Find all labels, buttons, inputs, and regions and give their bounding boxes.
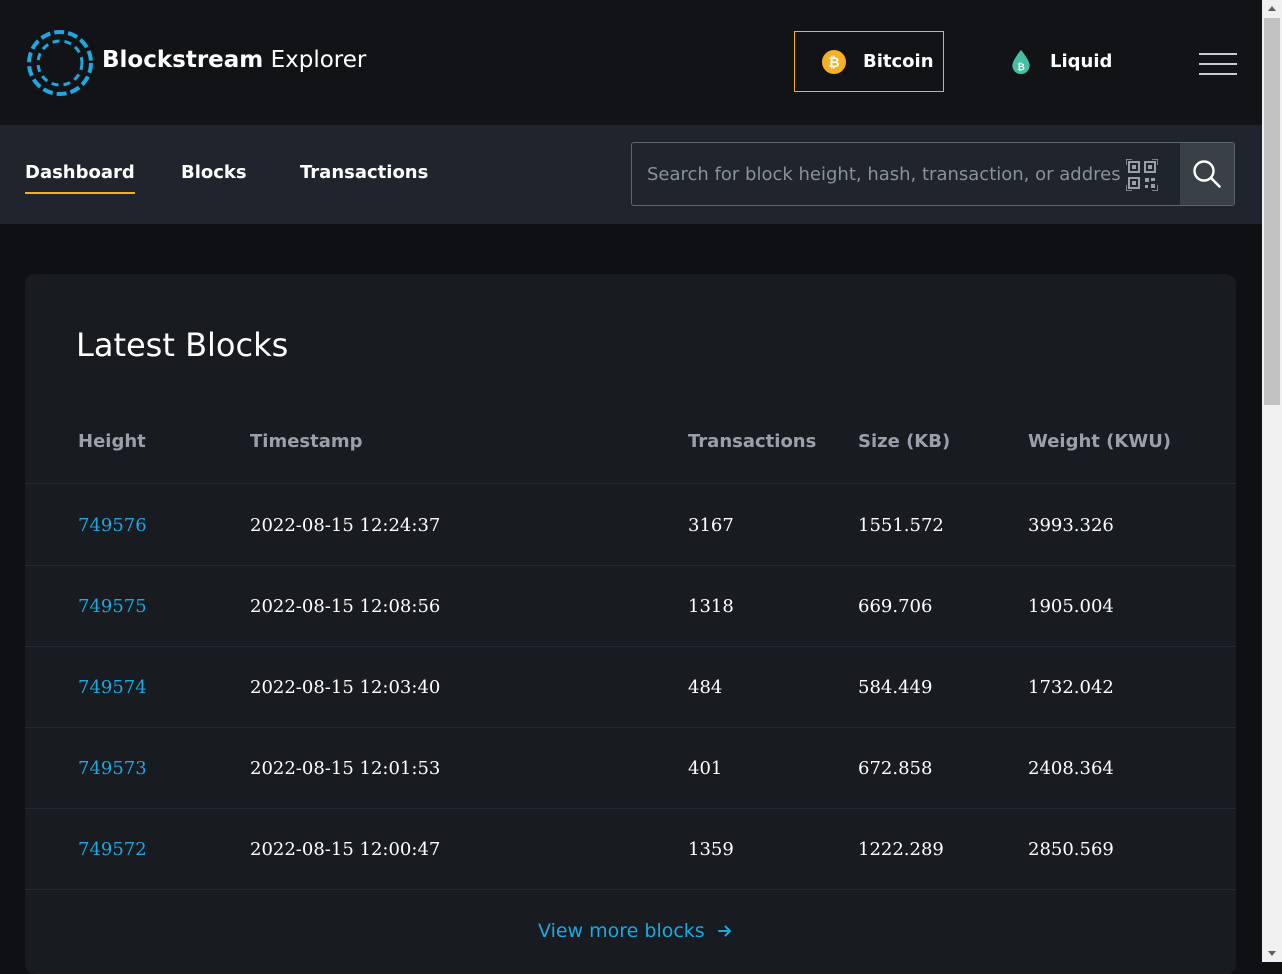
table-row[interactable]: 749576 2022-08-15 12:24:37 3167 1551.572…: [25, 484, 1236, 566]
column-header-transactions: Transactions: [688, 431, 817, 452]
scroll-up-arrow-icon[interactable]: [1262, 0, 1282, 17]
nav-bar: Dashboard Blocks Transactions: [0, 125, 1262, 224]
latest-blocks-card: Latest Blocks Height Timestamp Transacti…: [25, 274, 1236, 974]
block-weight: 2850.569: [1028, 839, 1114, 860]
brand-name: Blockstream: [102, 47, 264, 73]
block-weight: 2408.364: [1028, 758, 1114, 779]
svg-text:₿: ₿: [828, 55, 839, 71]
block-size: 1551.572: [858, 515, 944, 536]
tab-blocks[interactable]: Blocks: [181, 162, 247, 192]
block-weight: 1905.004: [1028, 596, 1114, 617]
liquid-icon: ₿: [1012, 49, 1030, 74]
block-weight: 3993.326: [1028, 515, 1114, 536]
table-row[interactable]: 749573 2022-08-15 12:01:53 401 672.858 2…: [25, 727, 1236, 809]
arrow-right-icon: [717, 925, 731, 937]
column-header-height: Height: [78, 431, 146, 452]
block-tx-count: 3167: [688, 515, 734, 536]
network-label-liquid: Liquid: [1050, 51, 1113, 72]
search-button[interactable]: [1180, 143, 1234, 205]
blocks-table-header: Height Timestamp Transactions Size (KB) …: [25, 431, 1236, 484]
tab-transactions[interactable]: Transactions: [300, 162, 428, 192]
block-height-link[interactable]: 749573: [78, 758, 147, 779]
svg-text:₿: ₿: [1017, 61, 1025, 72]
block-weight: 1732.042: [1028, 677, 1114, 698]
view-more-blocks-link[interactable]: View more blocks: [538, 920, 733, 942]
column-header-weight: Weight (KWU): [1028, 431, 1172, 452]
block-height-link[interactable]: 749572: [78, 839, 147, 860]
page-scrollbar[interactable]: [1262, 0, 1282, 962]
block-size: 672.858: [858, 758, 933, 779]
block-size: 584.449: [858, 677, 933, 698]
tab-dashboard[interactable]: Dashboard: [25, 162, 135, 194]
brand-suffix: Explorer: [270, 47, 367, 73]
table-row[interactable]: 749575 2022-08-15 12:08:56 1318 669.706 …: [25, 565, 1236, 647]
blockstream-logo-icon[interactable]: [26, 29, 94, 97]
view-more-blocks-label: View more blocks: [538, 920, 705, 942]
block-timestamp: 2022-08-15 12:00:47: [250, 839, 441, 860]
top-bar: Blockstream Explorer ₿ Bitcoin ₿ Liquid: [0, 0, 1262, 125]
column-header-timestamp: Timestamp: [250, 431, 363, 452]
block-timestamp: 2022-08-15 12:03:40: [250, 677, 441, 698]
block-size: 669.706: [858, 596, 933, 617]
table-row[interactable]: 749574 2022-08-15 12:03:40 484 584.449 1…: [25, 646, 1236, 728]
search-input[interactable]: [632, 143, 1122, 205]
block-timestamp: 2022-08-15 12:01:53: [250, 758, 441, 779]
block-height-link[interactable]: 749574: [78, 677, 147, 698]
qr-code-scan-icon[interactable]: [1126, 159, 1158, 191]
block-tx-count: 401: [688, 758, 723, 779]
network-button-bitcoin[interactable]: ₿ Bitcoin: [794, 31, 944, 92]
block-height-link[interactable]: 749576: [78, 515, 147, 536]
block-tx-count: 1318: [688, 596, 734, 617]
latest-blocks-title: Latest Blocks: [76, 326, 289, 364]
block-tx-count: 484: [688, 677, 723, 698]
hamburger-menu-icon[interactable]: [1199, 53, 1237, 75]
network-label-bitcoin: Bitcoin: [863, 51, 934, 72]
brand-title[interactable]: Blockstream Explorer: [102, 47, 366, 73]
column-header-size: Size (KB): [858, 431, 951, 452]
block-height-link[interactable]: 749575: [78, 596, 147, 617]
block-timestamp: 2022-08-15 12:08:56: [250, 596, 441, 617]
network-button-liquid[interactable]: ₿ Liquid: [1006, 31, 1136, 92]
search-box: [631, 142, 1235, 206]
block-tx-count: 1359: [688, 839, 734, 860]
bitcoin-icon: ₿: [822, 49, 846, 74]
scroll-down-arrow-icon[interactable]: [1262, 945, 1282, 962]
search-icon: [1193, 160, 1221, 188]
table-row[interactable]: 749572 2022-08-15 12:00:47 1359 1222.289…: [25, 808, 1236, 890]
scrollbar-thumb[interactable]: [1264, 18, 1280, 405]
block-size: 1222.289: [858, 839, 944, 860]
block-timestamp: 2022-08-15 12:24:37: [250, 515, 441, 536]
